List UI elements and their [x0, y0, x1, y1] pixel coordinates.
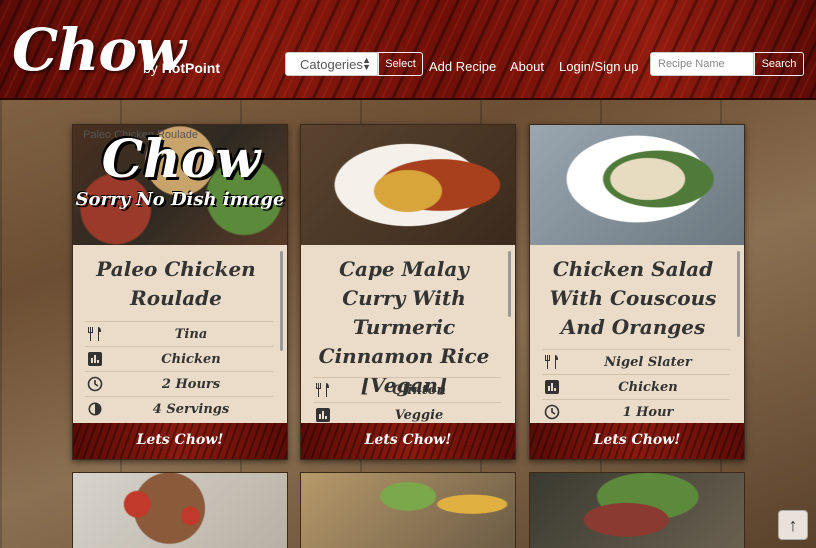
- cutlery-icon: [316, 383, 329, 397]
- nav-add-recipe[interactable]: Add Recipe: [429, 59, 496, 74]
- info-servings: 4 Servings: [85, 396, 273, 421]
- lets-chow-button[interactable]: Lets Chow!: [530, 423, 744, 459]
- info-category: Veggie: [313, 402, 501, 424]
- dish-image: [73, 473, 287, 548]
- category-icon: [88, 352, 102, 366]
- category-icon: [316, 408, 330, 422]
- placeholder-logo: Chow: [101, 129, 261, 190]
- cutlery-icon: [545, 355, 558, 369]
- categories-select[interactable]: Catogeries ▲ ▼: [285, 52, 378, 76]
- dish-placeholder-image[interactable]: Paleo Chicken Roulade Chow Sorry No Dish…: [73, 125, 287, 245]
- info-time: 2 Hours: [85, 371, 273, 396]
- clock-icon: [544, 404, 560, 420]
- time-value: 1 Hour: [622, 405, 674, 420]
- recipe-card-image[interactable]: [72, 472, 288, 548]
- dish-image: [301, 473, 515, 548]
- info-author: Nigel Slater: [542, 349, 730, 374]
- lets-chow-button[interactable]: Lets Chow!: [301, 423, 515, 459]
- dish-image[interactable]: [530, 125, 744, 245]
- site-header: Chow by HotPoint Catogeries ▲ ▼ Select Ad…: [0, 0, 816, 100]
- servings-icon: [88, 402, 102, 416]
- recipe-card: Paleo Chicken Roulade Chow Sorry No Dish…: [72, 124, 288, 460]
- dish-image: [530, 473, 744, 548]
- lets-chow-button[interactable]: Lets Chow!: [73, 423, 287, 459]
- search-input[interactable]: Recipe Name: [650, 52, 754, 76]
- placeholder-text: Sorry No Dish image: [75, 189, 285, 210]
- arrow-up-icon: ↑: [788, 515, 798, 535]
- category-value: Chicken: [161, 352, 221, 367]
- scrollbar[interactable]: [737, 251, 740, 337]
- byline: by HotPoint: [143, 60, 220, 76]
- scrollbar[interactable]: [508, 251, 511, 317]
- recipe-card: Cape Malay Curry With Turmeric Cinnamon …: [300, 124, 516, 460]
- byline-by: by: [143, 60, 158, 76]
- category-value: Veggie: [394, 408, 444, 423]
- select-arrows-icon: ▲ ▼: [362, 55, 371, 72]
- scrollbar[interactable]: [280, 251, 283, 351]
- byline-brand: HotPoint: [161, 60, 221, 76]
- author-value: Clinton: [392, 383, 446, 398]
- recipe-card-image[interactable]: [529, 472, 745, 548]
- search-button[interactable]: Search: [754, 52, 804, 76]
- categories-select-value: Catogeries: [300, 57, 363, 72]
- cutlery-icon: [88, 327, 101, 341]
- info-time: 1 Hour: [542, 399, 730, 421]
- nav-about[interactable]: About: [510, 59, 544, 74]
- info-author: Tina: [85, 321, 273, 346]
- recipe-title[interactable]: Chicken Salad With Couscous And Oranges: [538, 255, 728, 342]
- servings-value: 4 Servings: [152, 402, 230, 417]
- dish-image[interactable]: [301, 125, 515, 245]
- time-value: 2 Hours: [161, 377, 221, 392]
- category-icon: [545, 380, 559, 394]
- select-button[interactable]: Select: [378, 52, 423, 76]
- info-author: Clinton: [313, 377, 501, 402]
- author-value: Nigel Slater: [604, 355, 692, 370]
- info-category: Chicken: [85, 346, 273, 371]
- recipe-card: Chicken Salad With Couscous And Oranges …: [529, 124, 745, 460]
- author-value: Tina: [174, 327, 208, 342]
- nav-login-signup[interactable]: Login/Sign up: [559, 59, 639, 74]
- recipe-card-image[interactable]: [300, 472, 516, 548]
- clock-icon: [87, 376, 103, 392]
- scroll-to-top-button[interactable]: ↑: [778, 510, 808, 540]
- category-value: Chicken: [618, 380, 678, 395]
- recipe-title[interactable]: Paleo Chicken Roulade: [81, 255, 271, 313]
- info-category: Chicken: [542, 374, 730, 399]
